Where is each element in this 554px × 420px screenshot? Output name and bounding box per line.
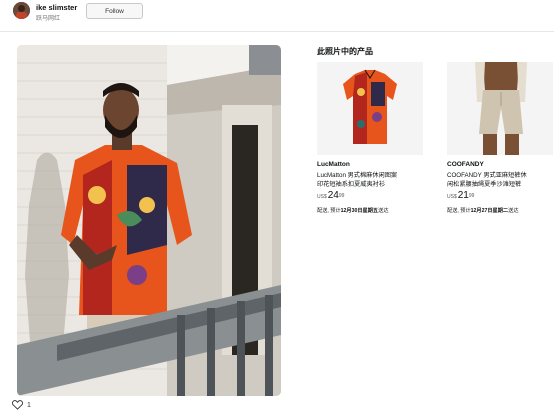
delivery-date: 12月27日星期二 bbox=[470, 208, 509, 214]
post-photo[interactable] bbox=[17, 45, 281, 396]
heart-icon[interactable] bbox=[12, 400, 23, 410]
header-divider bbox=[0, 31, 554, 32]
product-name-line[interactable]: 闲松紧腰抽绳夏季沙滩短裤 bbox=[447, 180, 553, 189]
product-name[interactable]: LucMatton 男式棉麻休闲图案 印花短袖系扣夏威夷衬衫 bbox=[317, 171, 423, 189]
delivery-suffix: 送达 bbox=[508, 208, 519, 214]
delivery-prefix: 配送, 预计 bbox=[317, 208, 341, 214]
like-row: 1 bbox=[12, 399, 31, 411]
follow-button[interactable]: Follow bbox=[86, 3, 143, 19]
avatar[interactable] bbox=[13, 2, 30, 19]
product-name[interactable]: COOFANDY 男式亚麻短裤休 闲松紧腰抽绳夏季沙滩短裤 bbox=[447, 171, 553, 189]
price-whole: 24 bbox=[327, 190, 339, 201]
delivery-info: 配送, 预计12月27日星期二送达 bbox=[447, 207, 553, 214]
product-image[interactable] bbox=[317, 62, 423, 155]
price-currency: US$ bbox=[447, 194, 457, 200]
product-card[interactable]: LucMatton LucMatton 男式棉麻休闲图案 印花短袖系扣夏威夷衬衫… bbox=[317, 62, 423, 214]
delivery-info: 配送, 预计12月30日星期五送达 bbox=[317, 207, 423, 214]
product-brand: LucMatton bbox=[317, 161, 350, 168]
price-currency: US$ bbox=[317, 194, 327, 200]
product-image[interactable] bbox=[447, 62, 553, 155]
product-name-line[interactable]: 印花短袖系扣夏威夷衬衫 bbox=[317, 180, 423, 189]
product-name-line[interactable]: COOFANDY 男式亚麻短裤休 bbox=[447, 171, 553, 180]
product-brand: COOFANDY bbox=[447, 161, 484, 168]
price-whole: 21 bbox=[457, 190, 469, 201]
product-card[interactable]: COOFANDY COOFANDY 男式亚麻短裤休 闲松紧腰抽绳夏季沙滩短裤 U… bbox=[447, 62, 553, 214]
delivery-prefix: 配送, 预计 bbox=[447, 208, 471, 214]
products-section-title: 此照片中的产品 bbox=[317, 47, 373, 56]
product-price: US$ 24 99 bbox=[317, 191, 423, 201]
delivery-suffix: 送达 bbox=[378, 208, 389, 214]
like-count: 1 bbox=[27, 401, 31, 409]
post-header: ike slimster 跃马网红 Follow bbox=[0, 0, 554, 32]
product-name-line[interactable]: LucMatton 男式棉麻休闲图案 bbox=[317, 171, 423, 180]
product-price: US$ 21 99 bbox=[447, 191, 553, 201]
price-fraction: 99 bbox=[468, 193, 475, 199]
delivery-date: 12月30日星期五 bbox=[340, 208, 379, 214]
price-fraction: 99 bbox=[338, 193, 345, 199]
username[interactable]: ike slimster bbox=[36, 3, 77, 12]
user-subtitle: 跃马网红 bbox=[36, 16, 61, 22]
